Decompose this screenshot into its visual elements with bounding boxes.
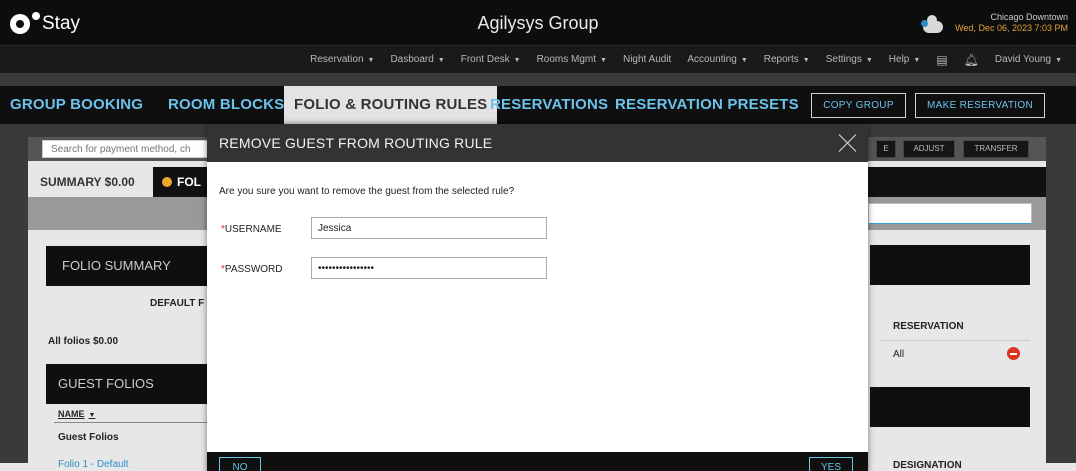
app-header: Stay Agilysys Group Chicago Downtown Wed…	[0, 0, 1076, 46]
remove-icon[interactable]	[1007, 347, 1020, 360]
cloud-status-icon	[921, 15, 944, 33]
username-field[interactable]	[311, 217, 547, 239]
designation-column-header: DESIGNATION	[893, 460, 962, 471]
divider	[54, 422, 216, 423]
password-label: *PASSWORD	[221, 264, 283, 275]
location-name: Chicago Downtown	[990, 12, 1068, 22]
tab-reservations[interactable]: RESERVATIONS	[490, 86, 608, 124]
transfer-button[interactable]: TRANSFER	[963, 140, 1029, 158]
default-folio-label: DEFAULT F	[150, 298, 205, 309]
chevron-down-icon: ▼	[437, 57, 445, 64]
sort-icon: ▼	[88, 412, 96, 419]
user-menu[interactable]: David Young ▼	[995, 54, 1062, 65]
folio-status-icon	[162, 177, 172, 187]
property-info[interactable]: Chicago Downtown Wed, Dec 06, 2023 7:03 …	[921, 12, 1068, 34]
main-menu: Reservation ▼ Dasboard ▼ Front Desk ▼ Rooms…	[0, 46, 1076, 73]
property-title: Agilysys Group	[477, 13, 599, 33]
filter-input[interactable]	[868, 203, 1032, 224]
tab-folio-routing-rules[interactable]: FOLIO & ROUTING RULES	[284, 86, 498, 124]
tab-room-blocks[interactable]: ROOM BLOCKS	[168, 86, 284, 124]
tab-group-booking[interactable]: GROUP BOOKING	[10, 86, 143, 124]
close-icon[interactable]	[838, 132, 858, 152]
guest-folios-header: GUEST FOLIOS	[46, 364, 216, 404]
menu-dashboard[interactable]: Dasboard ▼	[390, 54, 444, 65]
menu-rooms-mgmt[interactable]: Rooms Mgmt ▼	[537, 54, 607, 65]
menu-night-audit[interactable]: Night Audit	[623, 54, 671, 65]
routing-header-right	[870, 245, 1030, 285]
menu-front-desk[interactable]: Front Desk ▼	[461, 54, 521, 65]
reservation-column-header: RESERVATION	[893, 321, 964, 332]
chevron-down-icon: ▼	[865, 57, 873, 64]
chevron-down-icon: ▼	[802, 57, 810, 64]
menu-reports[interactable]: Reports ▼	[764, 54, 810, 65]
chevron-down-icon: ▼	[1055, 57, 1062, 64]
menu-accounting[interactable]: Accounting ▼	[687, 54, 747, 65]
modal-footer: NO YES	[207, 452, 868, 471]
reservation-all-value: All	[893, 349, 905, 360]
chevron-down-icon: ▼	[367, 57, 375, 64]
password-field[interactable]	[311, 257, 547, 279]
e-button[interactable]: E	[876, 140, 896, 158]
modal-message: Are you sure you want to remove the gues…	[219, 186, 515, 197]
tab-folio-label: FOL	[177, 175, 201, 189]
all-folios-total: All folios $0.00	[48, 336, 119, 347]
menu-settings[interactable]: Settings ▼	[826, 54, 873, 65]
yes-button[interactable]: YES	[809, 457, 853, 471]
clipboard-icon[interactable]: ▤	[936, 53, 947, 67]
bell-icon[interactable]: 🔔︎	[964, 53, 979, 67]
folio-1-link[interactable]: Folio 1 - Default	[58, 459, 129, 470]
group-tabs: GROUP BOOKING ROOM BLOCKS FOLIO & ROUTIN…	[0, 86, 1076, 124]
chevron-down-icon: ▼	[913, 57, 921, 64]
chevron-down-icon: ▼	[740, 57, 748, 64]
tab-folio[interactable]: FOL	[162, 167, 201, 197]
guest-folios-row: Guest Folios	[58, 432, 119, 443]
divider	[880, 340, 1030, 341]
menu-help[interactable]: Help ▼	[889, 54, 921, 65]
tab-summary[interactable]: SUMMARY $0.00	[28, 167, 153, 197]
modal-title: REMOVE GUEST FROM ROUTING RULE	[219, 135, 493, 151]
adjust-button[interactable]: ADJUST	[903, 140, 955, 158]
folio-summary-header: FOLIO SUMMARY	[46, 246, 216, 286]
menu-reservation[interactable]: Reservation ▼	[310, 54, 374, 65]
modal-header: REMOVE GUEST FROM ROUTING RULE	[207, 124, 868, 162]
tab-reservation-presets[interactable]: RESERVATION PRESETS	[615, 86, 799, 124]
remove-guest-modal: REMOVE GUEST FROM ROUTING RULE Are you s…	[207, 124, 868, 471]
routing-header-right-2	[870, 387, 1030, 427]
make-reservation-button[interactable]: MAKE RESERVATION	[915, 93, 1045, 118]
business-date: Wed, Dec 06, 2023 7:03 PM	[955, 23, 1068, 33]
copy-group-button[interactable]: COPY GROUP	[811, 93, 906, 118]
name-column-header[interactable]: NAME ▼	[58, 409, 95, 419]
no-button[interactable]: NO	[219, 457, 261, 471]
username-label: *USERNAME	[221, 224, 282, 235]
chevron-down-icon: ▼	[513, 57, 521, 64]
chevron-down-icon: ▼	[600, 57, 607, 64]
